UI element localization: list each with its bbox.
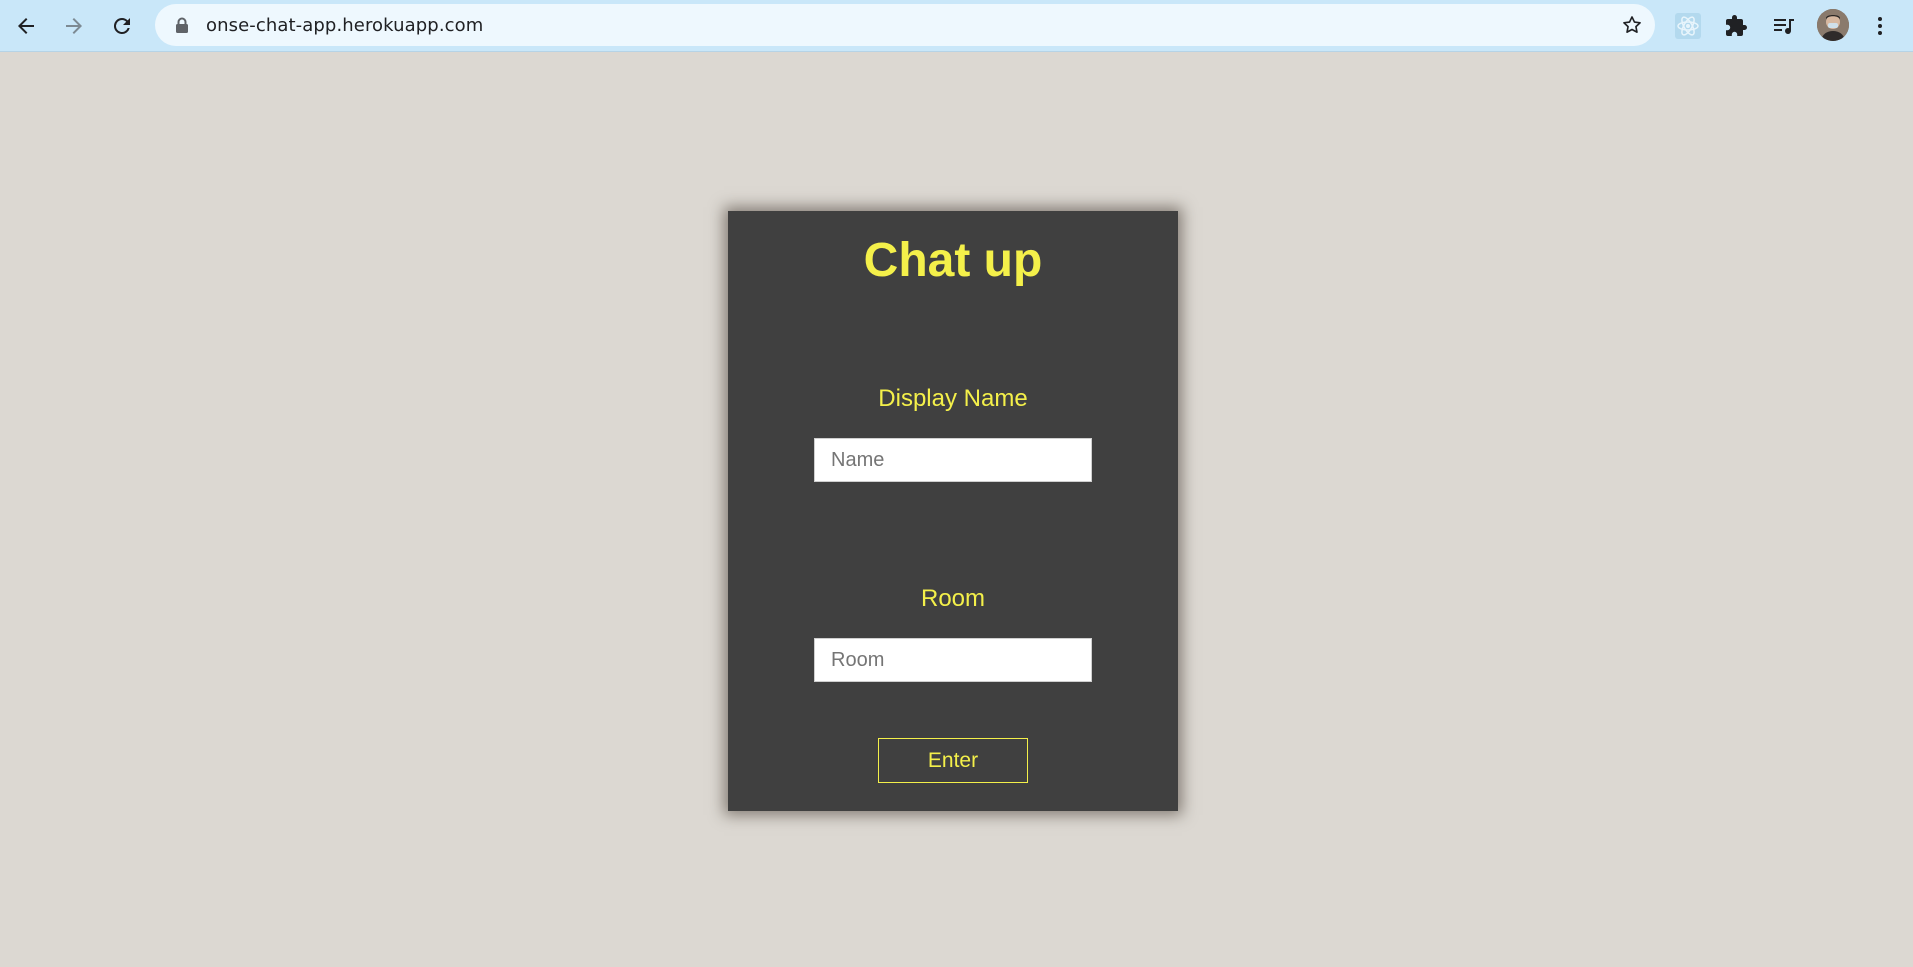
more-menu-button[interactable] [1864,10,1896,42]
forward-button[interactable] [58,10,90,42]
profile-avatar[interactable] [1817,9,1849,41]
lock-icon[interactable] [175,17,189,33]
browser-toolbar: onse-chat-app.herokuapp.com [0,0,1913,52]
back-button[interactable] [10,10,42,42]
reload-button[interactable] [106,10,138,42]
display-name-input[interactable] [814,438,1092,482]
url-text[interactable]: onse-chat-app.herokuapp.com [206,15,483,36]
reload-icon [113,17,130,34]
display-name-label: Display Name [878,385,1028,412]
app-title: Chat up [863,234,1043,287]
room-label: Room [920,585,986,612]
forward-icon [66,18,82,34]
profile-avatar-icon [1817,9,1849,41]
extensions-button[interactable] [1720,10,1752,42]
media-control-icon [1774,19,1794,34]
address-bar[interactable]: onse-chat-app.herokuapp.com [155,4,1655,46]
media-control-button[interactable] [1768,10,1800,42]
join-chat-card: Chat up Display Name Room Enter [728,211,1178,811]
more-menu-icon [1878,17,1882,35]
bookmark-star-icon[interactable] [1621,14,1643,36]
react-devtools-button[interactable] [1672,10,1704,42]
back-icon [18,18,34,34]
react-devtools-icon [1675,13,1701,39]
enter-button[interactable]: Enter [878,738,1028,783]
room-input[interactable] [814,638,1092,682]
extensions-icon [1726,15,1747,36]
